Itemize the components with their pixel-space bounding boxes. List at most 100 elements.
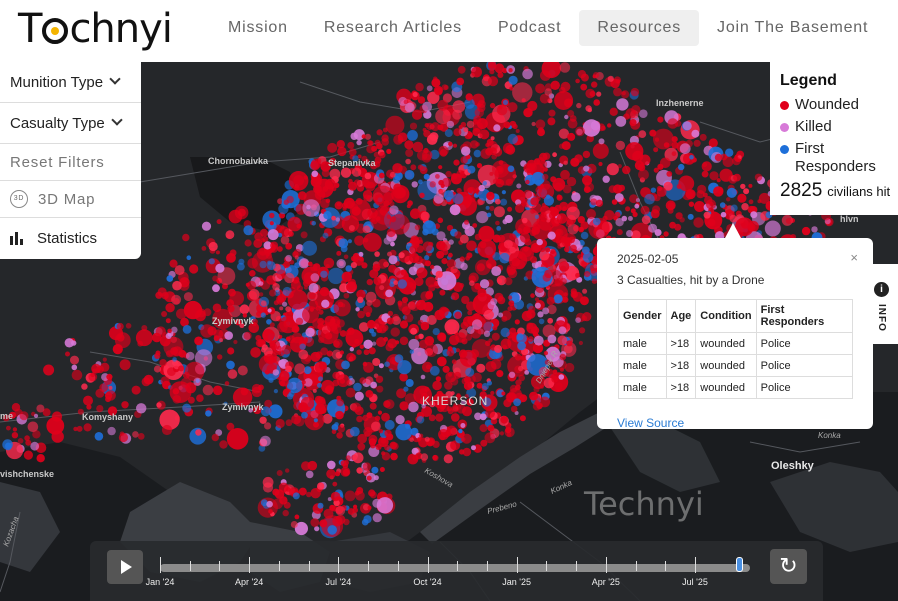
casualty-marker[interactable] xyxy=(141,377,151,387)
casualty-marker[interactable] xyxy=(474,313,480,319)
casualty-marker[interactable] xyxy=(293,401,302,411)
casualty-marker[interactable] xyxy=(416,267,428,279)
casualty-marker[interactable] xyxy=(467,165,476,174)
casualty-marker[interactable] xyxy=(350,255,357,262)
casualty-marker[interactable] xyxy=(260,300,267,307)
casualty-marker[interactable] xyxy=(104,391,113,400)
casualty-marker[interactable] xyxy=(476,118,488,130)
casualty-marker[interactable] xyxy=(386,228,396,238)
casualty-marker[interactable] xyxy=(333,340,340,348)
casualty-marker[interactable] xyxy=(563,160,568,166)
casualty-marker[interactable] xyxy=(559,353,567,361)
casualty-marker[interactable] xyxy=(446,348,455,357)
casualty-marker[interactable] xyxy=(531,121,536,127)
casualty-marker[interactable] xyxy=(626,230,633,237)
casualty-marker[interactable] xyxy=(414,224,421,231)
casualty-marker[interactable] xyxy=(450,266,458,274)
casualty-marker[interactable] xyxy=(410,327,418,335)
casualty-marker[interactable] xyxy=(303,366,312,375)
casualty-marker[interactable] xyxy=(596,91,602,97)
casualty-marker[interactable] xyxy=(180,377,192,389)
casualty-marker[interactable] xyxy=(703,211,711,219)
casualty-marker[interactable] xyxy=(298,487,307,496)
casualty-marker[interactable] xyxy=(366,475,372,481)
casualty-marker[interactable] xyxy=(575,126,585,137)
casualty-marker[interactable] xyxy=(490,298,498,306)
casualty-marker[interactable] xyxy=(538,318,545,325)
casualty-marker[interactable] xyxy=(200,324,214,338)
casualty-marker[interactable] xyxy=(433,85,443,95)
casualty-marker[interactable] xyxy=(226,422,235,431)
casualty-marker[interactable] xyxy=(268,509,273,514)
casualty-marker[interactable] xyxy=(405,149,414,157)
casualty-marker[interactable] xyxy=(587,107,592,113)
casualty-marker[interactable] xyxy=(333,299,351,317)
casualty-marker[interactable] xyxy=(499,252,510,264)
casualty-marker[interactable] xyxy=(558,374,565,380)
casualty-marker[interactable] xyxy=(407,130,418,141)
casualty-marker[interactable] xyxy=(357,296,364,303)
casualty-marker[interactable] xyxy=(562,184,572,194)
casualty-marker[interactable] xyxy=(560,169,570,180)
casualty-marker[interactable] xyxy=(510,405,518,413)
casualty-marker[interactable] xyxy=(302,199,321,217)
casualty-marker[interactable] xyxy=(361,518,369,526)
casualty-marker[interactable] xyxy=(476,263,485,272)
casualty-marker[interactable] xyxy=(409,245,418,254)
casualty-marker[interactable] xyxy=(600,125,606,131)
casualty-marker[interactable] xyxy=(304,337,315,347)
casualty-marker[interactable] xyxy=(302,306,319,324)
casualty-marker[interactable] xyxy=(515,203,525,213)
casualty-marker[interactable] xyxy=(336,140,345,149)
casualty-marker[interactable] xyxy=(568,306,575,313)
casualty-marker[interactable] xyxy=(443,454,453,464)
casualty-marker[interactable] xyxy=(267,308,272,313)
casualty-marker[interactable] xyxy=(729,214,737,223)
casualty-marker[interactable] xyxy=(378,172,385,179)
casualty-marker[interactable] xyxy=(317,502,324,509)
casualty-marker[interactable] xyxy=(593,99,600,106)
casualty-marker[interactable] xyxy=(466,252,473,259)
casualty-marker[interactable] xyxy=(574,154,583,163)
casualty-marker[interactable] xyxy=(380,437,387,444)
casualty-marker[interactable] xyxy=(354,235,365,246)
casualty-marker[interactable] xyxy=(283,199,289,205)
casualty-marker[interactable] xyxy=(560,81,571,92)
casualty-marker[interactable] xyxy=(208,241,218,252)
timeline-handle[interactable] xyxy=(736,557,744,572)
casualty-marker[interactable] xyxy=(408,338,420,350)
casualty-marker[interactable] xyxy=(622,165,631,175)
casualty-marker[interactable] xyxy=(720,211,727,218)
casualty-marker[interactable] xyxy=(279,306,284,311)
casualty-marker[interactable] xyxy=(657,163,664,170)
casualty-marker[interactable] xyxy=(460,262,468,271)
casualty-marker[interactable] xyxy=(701,170,709,178)
casualty-marker[interactable] xyxy=(292,492,300,500)
casualty-marker[interactable] xyxy=(428,414,436,422)
casualty-marker[interactable] xyxy=(395,423,413,441)
casualty-marker[interactable] xyxy=(699,133,707,141)
casualty-marker[interactable] xyxy=(458,125,463,130)
casualty-marker[interactable] xyxy=(327,142,338,153)
casualty-marker[interactable] xyxy=(373,277,382,285)
casualty-marker[interactable] xyxy=(336,250,342,256)
casualty-marker[interactable] xyxy=(356,349,362,355)
casualty-marker[interactable] xyxy=(305,470,314,479)
casualty-marker[interactable] xyxy=(377,410,383,415)
casualty-marker[interactable] xyxy=(485,205,490,210)
casualty-marker[interactable] xyxy=(606,163,619,176)
casualty-marker[interactable] xyxy=(496,370,504,378)
casualty-marker[interactable] xyxy=(355,307,360,312)
casualty-marker[interactable] xyxy=(559,367,564,372)
site-logo[interactable]: Tchnyi xyxy=(18,6,173,52)
nav-podcast[interactable]: Podcast xyxy=(480,10,579,46)
casualty-marker[interactable] xyxy=(366,278,373,286)
casualty-marker[interactable] xyxy=(496,178,502,184)
casualty-marker[interactable] xyxy=(522,68,533,80)
casualty-marker[interactable] xyxy=(401,306,411,315)
casualty-marker[interactable] xyxy=(348,225,355,231)
casualty-marker[interactable] xyxy=(530,208,536,214)
casualty-marker[interactable] xyxy=(503,399,512,408)
casualty-marker[interactable] xyxy=(500,338,512,350)
casualty-marker[interactable] xyxy=(408,401,419,413)
